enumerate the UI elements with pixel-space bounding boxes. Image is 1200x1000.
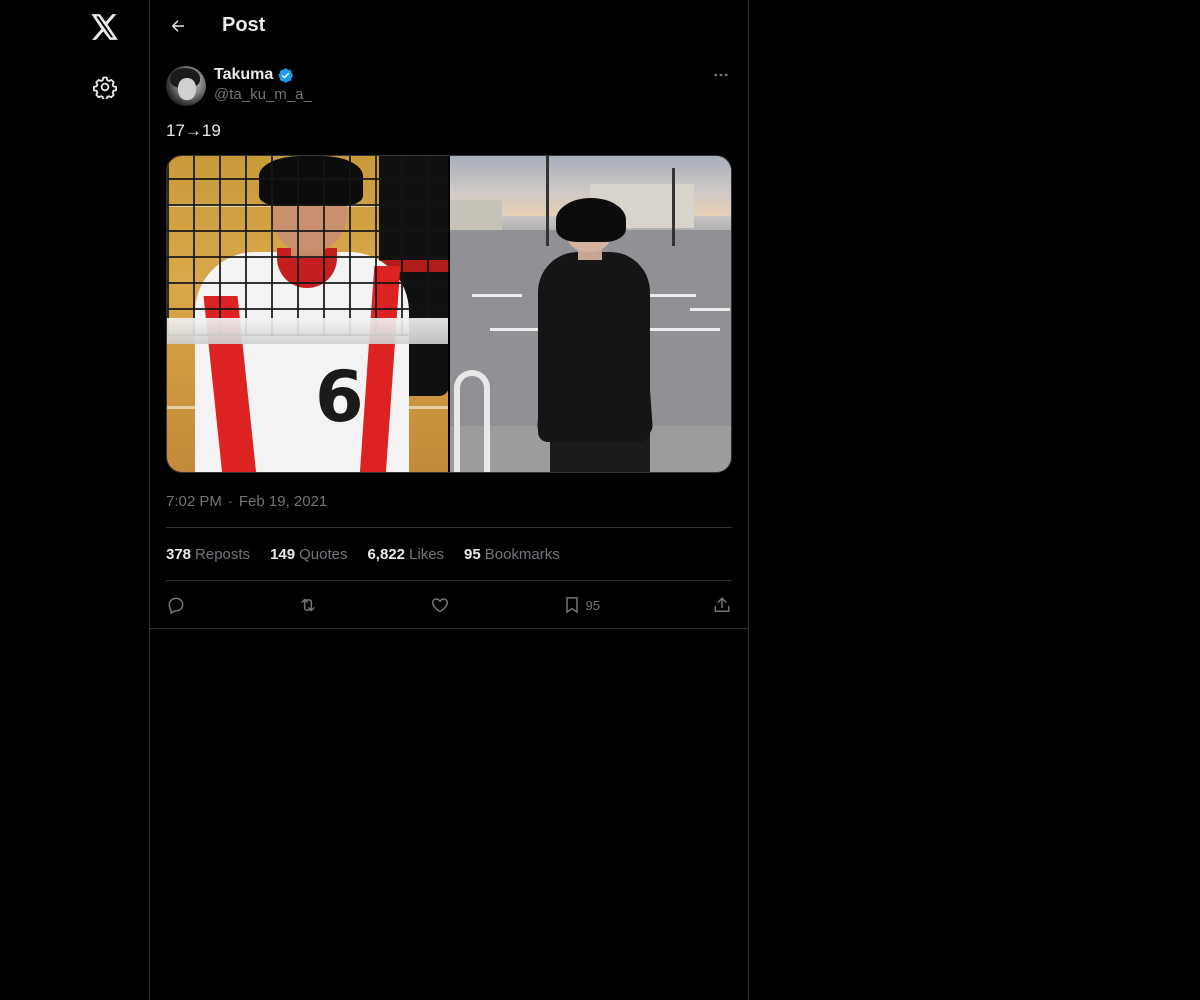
verified-badge-icon[interactable] bbox=[277, 67, 294, 84]
stats-divider-top bbox=[166, 527, 732, 528]
reply-button[interactable] bbox=[166, 595, 186, 615]
like-button[interactable] bbox=[430, 595, 450, 615]
gear-icon[interactable] bbox=[89, 71, 121, 103]
avatar[interactable] bbox=[166, 66, 206, 106]
media-image-volleyball[interactable]: 6 bbox=[167, 156, 448, 472]
post-actions: 95 bbox=[166, 594, 732, 616]
left-navigation-rail bbox=[0, 0, 149, 1000]
bookmark-icon bbox=[565, 597, 578, 613]
author-handle[interactable]: @ta_ku_m_a_ bbox=[214, 86, 312, 103]
stat-likes[interactable]: 6,822 Likes bbox=[367, 546, 444, 563]
author-name[interactable]: Takuma bbox=[214, 66, 273, 84]
post-bottom-divider bbox=[150, 628, 748, 629]
post-media: 6 bbox=[166, 155, 732, 473]
page-title: Post bbox=[222, 14, 266, 36]
timestamp-separator: · bbox=[227, 493, 233, 510]
more-options-button[interactable] bbox=[710, 66, 732, 84]
arrow-left-icon bbox=[171, 20, 184, 32]
stats-divider-bottom bbox=[166, 580, 732, 581]
stat-quotes[interactable]: 149 Quotes bbox=[270, 546, 347, 563]
heart-icon bbox=[431, 598, 448, 613]
jersey-number: 6 bbox=[315, 356, 364, 438]
page-header: Post bbox=[150, 0, 748, 54]
stat-bookmarks[interactable]: 95 Bookmarks bbox=[464, 546, 560, 563]
x-logo-icon[interactable] bbox=[89, 11, 121, 43]
share-button[interactable] bbox=[712, 595, 732, 615]
repost-button[interactable] bbox=[298, 595, 318, 615]
bookmark-count: 95 bbox=[585, 597, 601, 613]
post-timestamp[interactable]: 7:02 PM · Feb 19, 2021 bbox=[166, 493, 327, 510]
repost-icon bbox=[301, 598, 315, 612]
post-time: 7:02 PM bbox=[166, 493, 222, 510]
back-button[interactable] bbox=[164, 12, 192, 40]
post-stats: 378 Reposts 149 Quotes 6,822 Likes 95 Bo… bbox=[166, 546, 560, 563]
stat-reposts[interactable]: 378 Reposts bbox=[166, 546, 250, 563]
author-info: Takuma @ta_ku_m_a_ bbox=[214, 66, 312, 103]
bookmark-button[interactable]: 95 bbox=[562, 595, 600, 615]
reply-icon bbox=[168, 597, 184, 614]
more-horizontal-icon bbox=[714, 73, 728, 77]
post-text: 17→19 bbox=[166, 121, 221, 140]
share-icon bbox=[714, 597, 730, 612]
main-column: Post Takuma @ta_ku_m_a_ 17→19 6 7:02 PM … bbox=[149, 0, 749, 1000]
media-image-street[interactable] bbox=[450, 156, 731, 472]
post-date: Feb 19, 2021 bbox=[238, 493, 328, 510]
